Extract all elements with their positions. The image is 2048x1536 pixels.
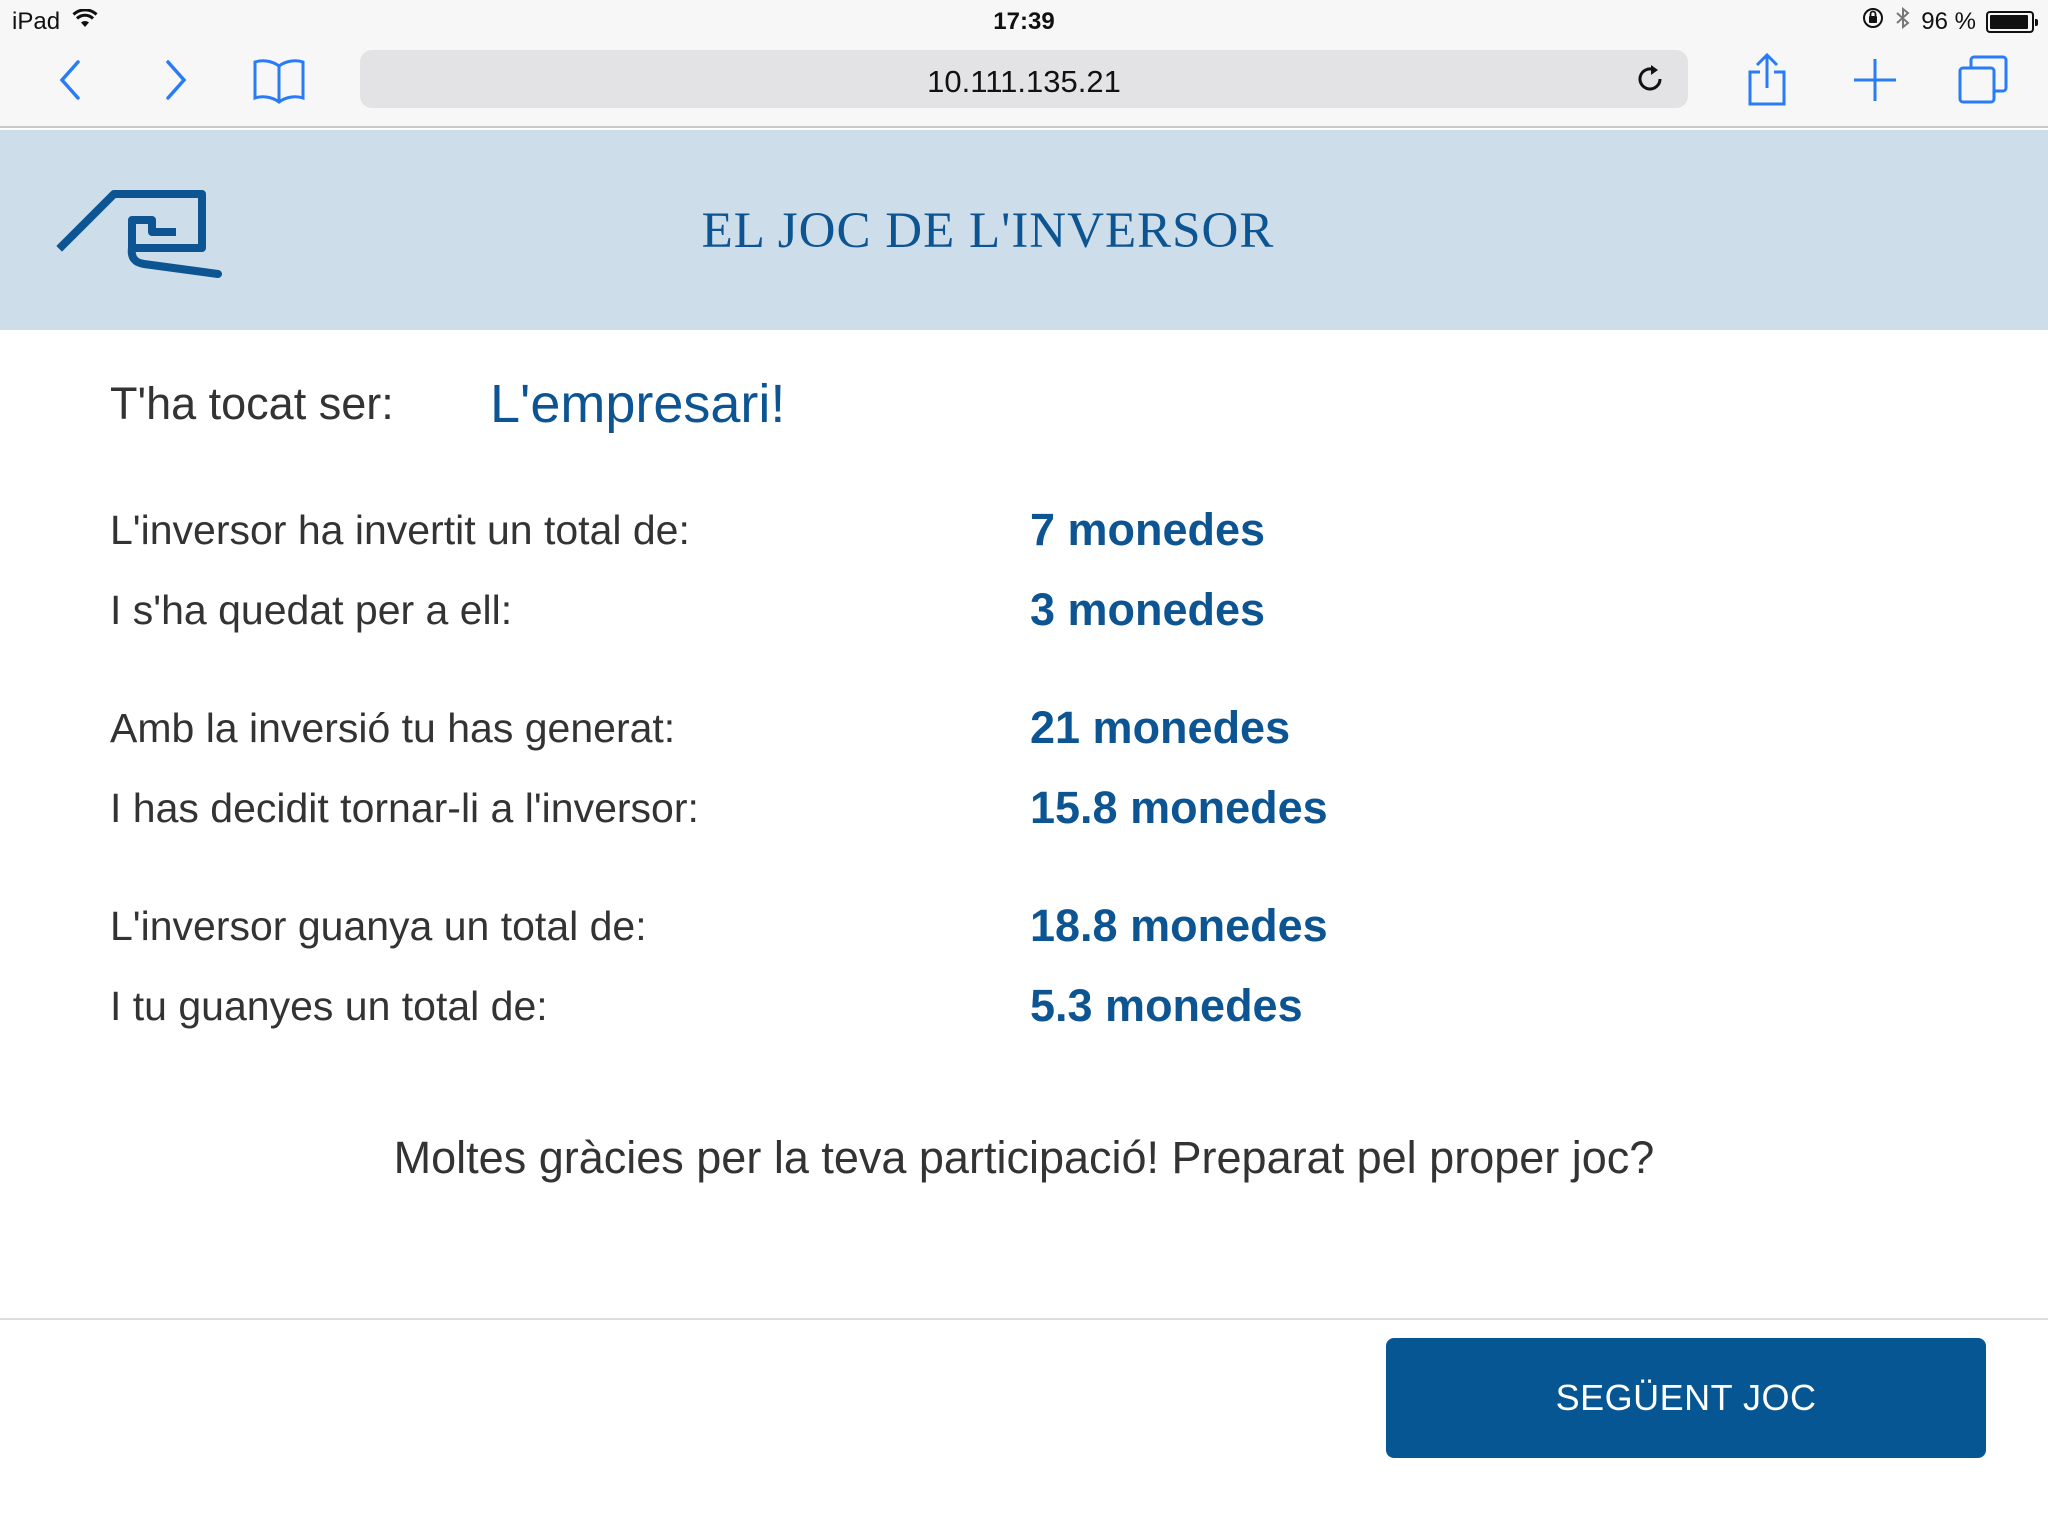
reload-icon[interactable] [1634,63,1666,95]
footer-divider [0,1318,2048,1320]
result-value: 5.3 monedes [1030,980,1303,1031]
next-game-label: SEGÜENT JOC [1555,1377,1817,1418]
plus-icon [1852,57,1898,108]
share-button[interactable] [1732,52,1802,112]
result-row: I has decidit tornar-li a l'inversor: 15… [110,768,1328,848]
result-value: 3 monedes [1030,584,1266,635]
result-label: L'inversor ha invertit un total de: [110,506,690,553]
status-time: 17:39 [993,8,1055,35]
role-value: L'empresari! [490,374,786,434]
result-value: 18.8 monedes [1030,900,1328,951]
result-value: 7 monedes [1030,504,1266,555]
result-label: I tu guanyes un total de: [110,982,548,1029]
book-icon [251,56,307,109]
thanks-message: Moltes gràcies per la teva participació!… [393,1132,1655,1183]
result-label: Amb la inversió tu has generat: [110,704,676,751]
result-value: 15.8 monedes [1030,782,1328,833]
role-label: T'ha tocat ser: [110,378,394,429]
page-title: EL JOC DE L'INVERSOR [701,203,1275,259]
result-group-return: Amb la inversió tu has generat: 21 moned… [110,688,1328,848]
result-value: 21 monedes [1030,702,1291,753]
result-row: I s'ha quedat per a ell: 3 monedes [110,570,1328,650]
address-bar[interactable]: 10.111.135.21 [360,50,1688,108]
next-game-button[interactable]: SEGÜENT JOC [1386,1338,1986,1458]
tabs-icon [1957,54,2009,111]
result-label: I has decidit tornar-li a l'inversor: [110,784,699,831]
bookmarks-button[interactable] [244,52,314,112]
new-tab-button[interactable] [1840,52,1910,112]
result-row: L'inversor ha invertit un total de: 7 mo… [110,490,1328,570]
rotation-lock-icon [1861,6,1885,37]
role-row: T'ha tocat ser: L'empresari! [110,372,785,436]
forward-button[interactable] [140,52,210,112]
status-bar: iPad 17:39 96 % [0,0,2048,42]
bluetooth-icon [1895,6,1911,37]
chevron-right-icon [160,58,190,107]
result-group-totals: L'inversor guanya un total de: 18.8 mone… [110,886,1328,1046]
result-row: Amb la inversió tu has generat: 21 moned… [110,688,1328,768]
result-group-investment: L'inversor ha invertit un total de: 7 mo… [110,490,1328,650]
site-header: EL JOC DE L'INVERSOR [0,130,2048,330]
result-row: L'inversor guanya un total de: 18.8 mone… [110,886,1328,966]
browser-toolbar: 10.111.135.21 [0,42,2048,128]
back-button[interactable] [36,52,106,112]
results-list: L'inversor ha invertit un total de: 7 mo… [110,490,1328,1084]
result-label: L'inversor guanya un total de: [110,902,647,949]
status-right: 96 % [1861,6,2038,37]
result-label: I s'ha quedat per a ell: [110,586,513,633]
url-text: 10.111.135.21 [927,64,1121,99]
tabs-button[interactable] [1948,52,2018,112]
result-row: I tu guanyes un total de: 5.3 monedes [110,966,1328,1046]
battery-percent: 96 % [1921,7,1976,35]
battery-level [1990,14,2029,29]
battery-icon [1986,10,2038,33]
share-icon [1745,52,1789,113]
chevron-left-icon [56,58,86,107]
